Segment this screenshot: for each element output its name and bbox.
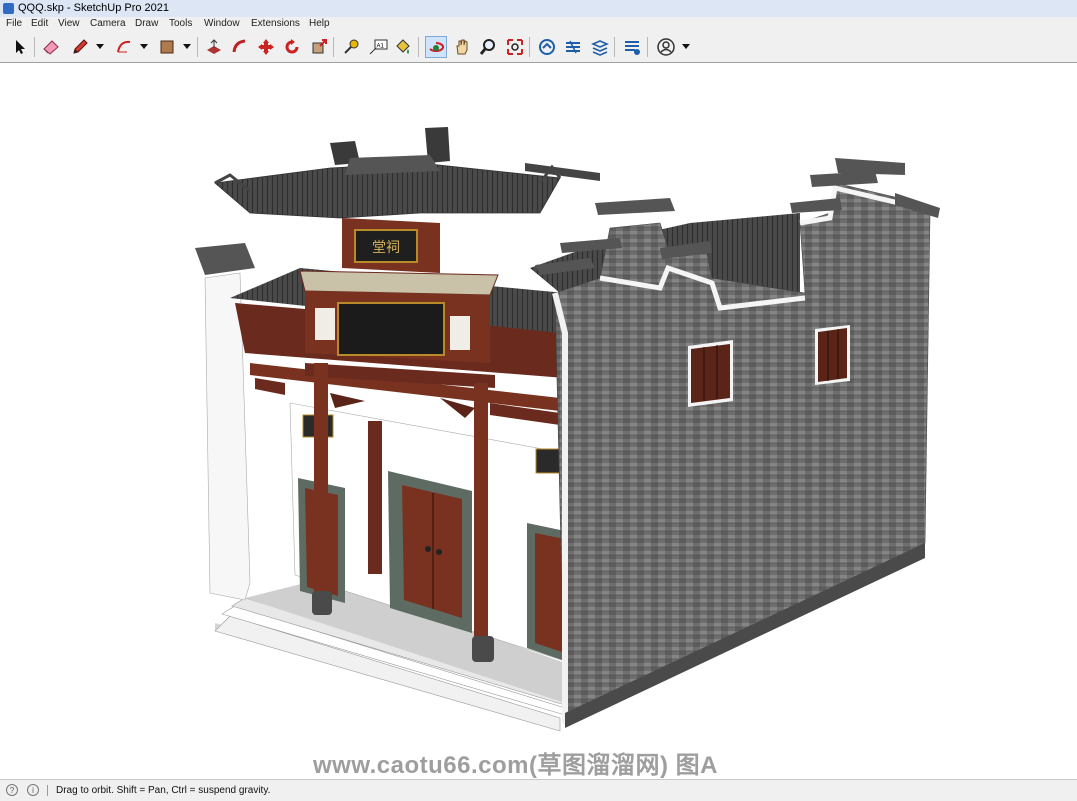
follow-me-icon[interactable] xyxy=(229,36,251,58)
svg-text:A1: A1 xyxy=(377,44,385,50)
pencil-icon[interactable] xyxy=(69,36,91,58)
move-icon[interactable] xyxy=(255,36,277,58)
pan-icon[interactable] xyxy=(451,36,473,58)
tape-measure-icon[interactable] xyxy=(340,36,362,58)
select-icon[interactable] xyxy=(9,36,31,58)
title-bar: QQQ.skp - SketchUp Pro 2021 xyxy=(0,0,1077,18)
push-pull-icon[interactable] xyxy=(203,36,225,58)
arc-dropdown-icon[interactable] xyxy=(140,44,148,49)
info-icon[interactable]: i xyxy=(27,784,39,796)
menu-file[interactable]: File xyxy=(6,18,22,29)
menu-window[interactable]: Window xyxy=(204,18,240,29)
scale-icon[interactable] xyxy=(308,36,330,58)
extension-manager-icon[interactable] xyxy=(621,36,643,58)
menu-help[interactable]: Help xyxy=(309,18,330,29)
menu-camera[interactable]: Camera xyxy=(90,18,126,29)
pencil-dropdown-icon[interactable] xyxy=(96,44,104,49)
status-bar: ? i Drag to orbit. Shift = Pan, Ctrl = s… xyxy=(0,779,1077,801)
main-sign-board xyxy=(337,302,445,356)
ancestral-hall-model: 堂祠 xyxy=(195,127,940,732)
menu-draw[interactable]: Draw xyxy=(135,18,158,29)
watermark-text: www.caotu66.com(草图溜溜网) 图A xyxy=(313,752,718,779)
menu-view[interactable]: View xyxy=(58,18,80,29)
status-hint: Drag to orbit. Shift = Pan, Ctrl = suspe… xyxy=(56,785,271,796)
account-dropdown-icon[interactable] xyxy=(682,44,690,49)
eraser-icon[interactable] xyxy=(40,36,62,58)
menu-edit[interactable]: Edit xyxy=(31,18,48,29)
model-viewport[interactable]: 堂祠 www.caotu66.com(草图溜溜网) 图A xyxy=(0,63,1077,779)
menu-bar: File Edit View Camera Draw Tools Window … xyxy=(0,17,1077,32)
layout-icon[interactable] xyxy=(589,36,611,58)
main-toolbar: A1 xyxy=(0,32,1077,63)
rectangle-dropdown-icon[interactable] xyxy=(183,44,191,49)
window-title: QQQ.skp - SketchUp Pro 2021 xyxy=(18,2,170,14)
sketchup-app-icon[interactable] xyxy=(3,3,14,14)
zoom-icon[interactable] xyxy=(477,36,499,58)
rectangle-icon[interactable] xyxy=(156,36,178,58)
text-icon[interactable]: A1 xyxy=(367,36,389,58)
menu-tools[interactable]: Tools xyxy=(169,18,192,29)
zoom-extents-icon[interactable] xyxy=(504,36,526,58)
arc-icon[interactable] xyxy=(113,36,135,58)
menu-extensions[interactable]: Extensions xyxy=(251,18,300,29)
top-sign-text: 堂祠 xyxy=(372,240,400,256)
paint-bucket-icon[interactable] xyxy=(392,36,414,58)
orbit-icon[interactable] xyxy=(425,36,447,58)
account-icon[interactable] xyxy=(655,36,677,58)
geolocation-icon[interactable]: ? xyxy=(6,784,18,796)
rotate-icon[interactable] xyxy=(281,36,303,58)
warehouse-icon[interactable] xyxy=(536,36,558,58)
extension-warehouse-icon[interactable] xyxy=(562,36,584,58)
